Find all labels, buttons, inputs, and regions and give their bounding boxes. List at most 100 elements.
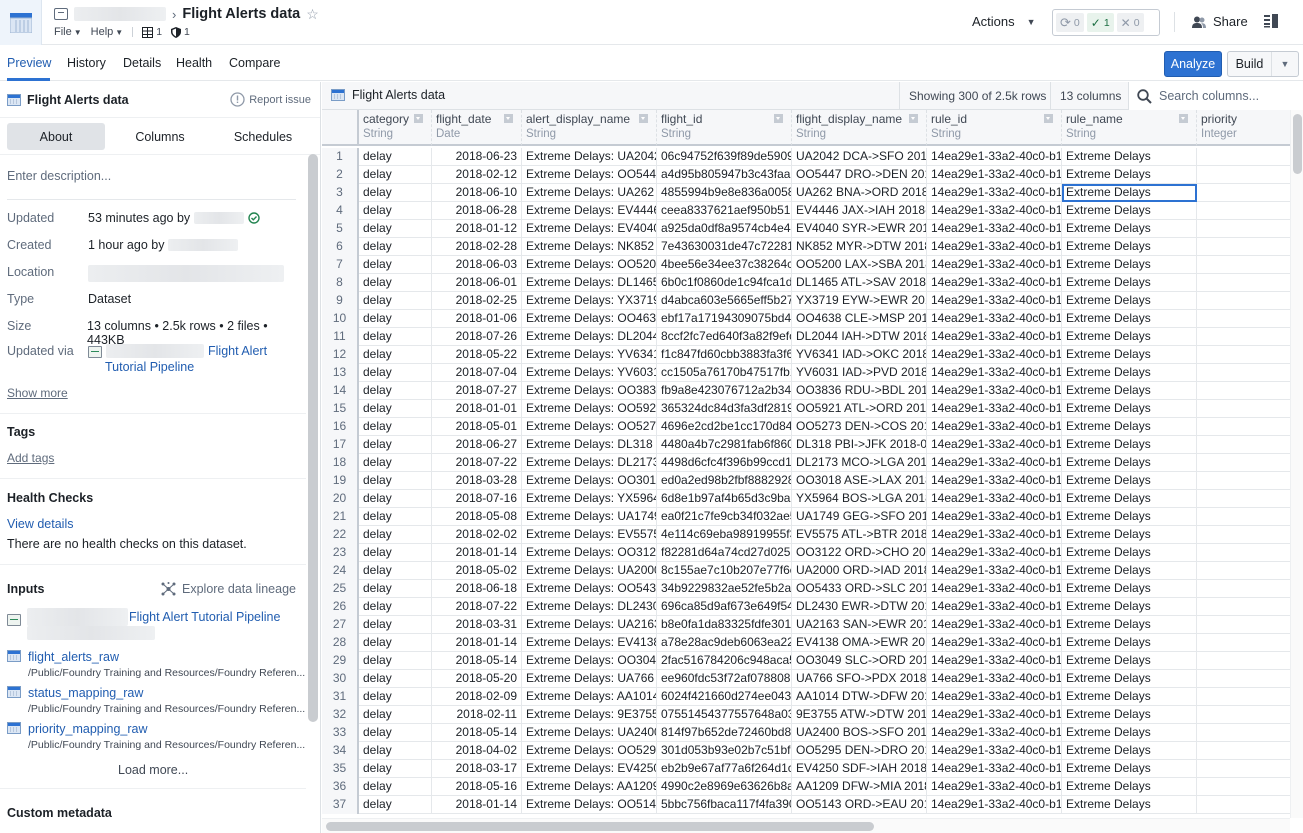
- cell-flight-date[interactable]: 2018-07-27: [432, 382, 522, 400]
- cell-alert-display-name[interactable]: Extreme Delays: OO4638 CL: [522, 310, 657, 328]
- cell-rule-name[interactable]: Extreme Delays: [1062, 616, 1197, 634]
- cell-alert-display-name[interactable]: Extreme Delays: NK852 MYI: [522, 238, 657, 256]
- cell-flight-id[interactable]: 4e114c69eba98919955f3d7: [657, 526, 792, 544]
- cell-flight-id[interactable]: eb2b9e67af77a6f264d1c6f: [657, 760, 792, 778]
- table-row[interactable]: 22 delay 2018-02-02 Extreme Delays: EV5575 …: [322, 526, 1290, 544]
- cell-flight-id[interactable]: 4990c2e8969e63626b8a08f: [657, 778, 792, 796]
- cell-category[interactable]: delay: [359, 400, 432, 418]
- cell-rule-id[interactable]: 14ea29e1-33a2-40c0-b1c6-: [927, 238, 1062, 256]
- column-header-alert-display-name[interactable]: alert_display_name String: [522, 110, 657, 146]
- cell-rule-id[interactable]: 14ea29e1-33a2-40c0-b1c6-: [927, 796, 1062, 814]
- table-row[interactable]: 17delay2018-06-27Extreme Delays: DL318 P…: [322, 436, 1290, 454]
- table-row[interactable]: 5delay2018-01-12Extreme Delays: EV4040 S…: [322, 220, 1290, 238]
- segment-columns[interactable]: Columns: [111, 123, 209, 150]
- cell-flight-date[interactable]: 2018-05-20: [432, 670, 522, 688]
- cell-category[interactable]: delay: [359, 490, 432, 508]
- input-dataset-name[interactable]: flight_alerts_raw: [28, 650, 119, 664]
- cell-priority[interactable]: [1197, 760, 1290, 778]
- cell-category[interactable]: delay: [359, 616, 432, 634]
- cell-rule-id[interactable]: 14ea29e1-33a2-40c0-b1c6-: [927, 418, 1062, 436]
- cell-flight-date[interactable]: 2018-03-28: [432, 472, 522, 490]
- cell-category[interactable]: delay: [359, 328, 432, 346]
- cell-priority[interactable]: [1197, 490, 1290, 508]
- cell-priority[interactable]: [1197, 778, 1290, 796]
- cell-flight-display-name[interactable]: YX3719 EYW->EWR 2018-02: [792, 292, 927, 310]
- cell-priority[interactable]: [1197, 544, 1290, 562]
- cell-category[interactable]: delay: [359, 472, 432, 490]
- cell-rule-name[interactable]: Extreme Delays: [1062, 184, 1197, 202]
- cell-priority[interactable]: [1197, 472, 1290, 490]
- cell-alert-display-name[interactable]: Extreme Delays: OO3018 AS: [522, 472, 657, 490]
- cell-rule-name[interactable]: Extreme Delays: [1062, 454, 1197, 472]
- table-row[interactable]: 29delay2018-05-14Extreme Delays: OO3049 …: [322, 652, 1290, 670]
- cell-flight-date[interactable]: 2018-05-08: [432, 508, 522, 526]
- cell-flight-date[interactable]: 2018-01-14: [432, 544, 522, 562]
- cell-priority[interactable]: [1197, 706, 1290, 724]
- cell-alert-display-name[interactable]: Extreme Delays: DL2173 MC: [522, 454, 657, 472]
- show-more-link[interactable]: Show more: [7, 386, 68, 400]
- column-header-flight-display-name[interactable]: flight_display_name String: [792, 110, 927, 146]
- cell-flight-date[interactable]: 2018-06-01: [432, 274, 522, 292]
- cell-flight-display-name[interactable]: EV4040 SYR->EWR 2018-01-: [792, 220, 927, 238]
- add-tags-link[interactable]: Add tags: [7, 451, 54, 465]
- cell-rule-name[interactable]: Extreme Delays: [1062, 760, 1197, 778]
- cell-rule-id[interactable]: 14ea29e1-33a2-40c0-b1c6-: [927, 274, 1062, 292]
- table-row[interactable]: 12 delay 2018-05-22 Extreme Delays: YV6341 …: [322, 346, 1290, 364]
- cell-alert-display-name[interactable]: Extreme Delays: OO3122 OI: [522, 544, 657, 562]
- cell-flight-date[interactable]: 2018-07-26: [432, 328, 522, 346]
- cell-alert-display-name[interactable]: Extreme Delays: YX3719 EY: [522, 292, 657, 310]
- table-row[interactable]: 3delay2018-06-10Extreme Delays: UA262 BN…: [322, 184, 1290, 202]
- cell-flight-id[interactable]: 8ccf2fc7ed640f3a82f9efc81: [657, 328, 792, 346]
- search-columns-input[interactable]: Search columns...: [1128, 82, 1303, 110]
- column-menu-icon[interactable]: [1179, 114, 1188, 123]
- cell-flight-date[interactable]: 2018-05-14: [432, 652, 522, 670]
- cell-flight-date[interactable]: 2018-06-03: [432, 256, 522, 274]
- input-pipeline-link[interactable]: Flight Alert Tutorial Pipeline: [129, 610, 280, 624]
- left-panel-scrollbar[interactable]: [308, 154, 318, 722]
- cell-alert-display-name[interactable]: Extreme Delays: OO5295 DI: [522, 742, 657, 760]
- tab-history[interactable]: History: [67, 56, 106, 70]
- cell-rule-id[interactable]: 14ea29e1-33a2-40c0-b1c6-: [927, 634, 1062, 652]
- cell-alert-display-name[interactable]: Extreme Delays: DL2430 EW: [522, 598, 657, 616]
- table-row[interactable]: 23delay2018-01-14Extreme Delays: OO3122 …: [322, 544, 1290, 562]
- cell-flight-id[interactable]: 4bee56e34ee37c38264cf6e: [657, 256, 792, 274]
- cell-alert-display-name[interactable]: Extreme Delays: UA2042 DC: [522, 148, 657, 166]
- cell-flight-id[interactable]: a78e28ac9deb6063ea22ff5: [657, 634, 792, 652]
- cell-category[interactable]: delay: [359, 598, 432, 616]
- cell-priority[interactable]: [1197, 184, 1290, 202]
- cell-flight-display-name[interactable]: NK852 MYR->DTW 2018-02-: [792, 238, 927, 256]
- table-row[interactable]: 25 delay 2018-06-18 Extreme Delays: OO543 3 …: [322, 580, 1290, 598]
- cell-flight-id[interactable]: d4abca603e5665eff5b27a0: [657, 292, 792, 310]
- tab-details[interactable]: Details: [123, 56, 161, 70]
- cell-priority[interactable]: [1197, 796, 1290, 814]
- table-row[interactable]: 21 delay 2018-05-08 Extreme Delays: UA1749 …: [322, 508, 1290, 526]
- cell-priority[interactable]: [1197, 148, 1290, 166]
- cell-rule-name[interactable]: Extreme Delays: [1062, 580, 1197, 598]
- cell-rule-id[interactable]: 14ea29e1-33a2-40c0-b1c6-: [927, 652, 1062, 670]
- cell-category[interactable]: delay: [359, 580, 432, 598]
- cell-flight-display-name[interactable]: EV4138 OMA->EWR 2018-01: [792, 634, 927, 652]
- cell-priority[interactable]: [1197, 166, 1290, 184]
- cell-category[interactable]: delay: [359, 292, 432, 310]
- cell-category[interactable]: delay: [359, 346, 432, 364]
- cell-flight-id[interactable]: a925da0df8a9574cb4e4484: [657, 220, 792, 238]
- segment-schedules[interactable]: Schedules: [214, 123, 312, 150]
- table-row[interactable]: 28 delay 2018-01-14 Extreme Delays: EV4138 …: [322, 634, 1290, 652]
- cell-flight-date[interactable]: 2018-07-22: [432, 454, 522, 472]
- cell-priority[interactable]: [1197, 598, 1290, 616]
- cell-flight-display-name[interactable]: AA1014 DTW->DFW 2018-02: [792, 688, 927, 706]
- cell-rule-name[interactable]: Extreme Delays: [1062, 382, 1197, 400]
- cell-flight-id[interactable]: 4696e2cd2be1cc170d841b9: [657, 418, 792, 436]
- cell-flight-date[interactable]: 2018-07-04: [432, 364, 522, 382]
- cell-alert-display-name[interactable]: Extreme Delays: UA262 BNA: [522, 184, 657, 202]
- cell-rule-name[interactable]: Extreme Delays: [1062, 634, 1197, 652]
- cell-priority[interactable]: [1197, 364, 1290, 382]
- cell-rule-name[interactable]: Extreme Delays: [1062, 346, 1197, 364]
- cell-flight-date[interactable]: 2018-06-18: [432, 580, 522, 598]
- cell-priority[interactable]: [1197, 238, 1290, 256]
- table-row[interactable]: 13 delay 2018-07-04 Extreme Delays: YV6031 …: [322, 364, 1290, 382]
- load-more-button[interactable]: Load more...: [118, 763, 188, 777]
- table-row[interactable]: 1delay2018-06-23Extreme Delays: UA2042 D…: [322, 148, 1290, 166]
- explore-lineage-button[interactable]: Explore data lineage: [161, 582, 296, 596]
- cell-flight-id[interactable]: f82281d64a74cd27d025adc: [657, 544, 792, 562]
